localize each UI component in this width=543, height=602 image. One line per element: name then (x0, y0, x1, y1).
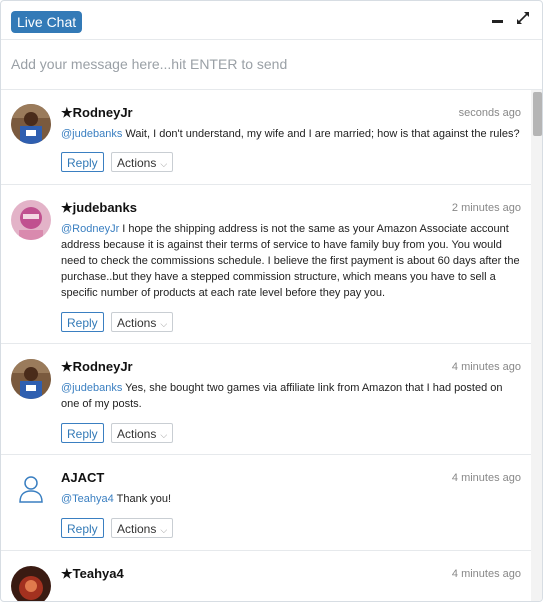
expand-icon (517, 12, 529, 24)
reply-button[interactable]: Reply (61, 423, 104, 443)
minimize-icon (492, 20, 503, 23)
message-composer (1, 40, 542, 90)
photo-avatar[interactable] (11, 104, 51, 144)
message-text: Wait, I don't understand, my wife and I … (122, 128, 520, 140)
chevron-down-icon: ⌵ (160, 318, 168, 329)
message-author[interactable]: ★judebanks (61, 200, 137, 216)
actions-dropdown[interactable]: Actions ⌵ (111, 423, 174, 443)
message-body: @RodneyJr I hope the shipping address is… (61, 221, 523, 301)
chat-message: ★RodneyJr seconds ago @judebanks Wait, I… (1, 90, 531, 185)
reply-button[interactable]: Reply (61, 312, 104, 332)
photo-avatar[interactable] (11, 359, 51, 399)
actions-label: Actions (117, 427, 157, 441)
actions-label: Actions (117, 316, 157, 330)
message-input[interactable] (11, 53, 511, 75)
expand-button[interactable] (515, 10, 533, 30)
scrollbar-thumb[interactable] (533, 92, 542, 136)
chat-message: ★judebanks 2 minutes ago @RodneyJr I hop… (1, 185, 531, 344)
mention-link[interactable]: @judebanks (61, 128, 122, 140)
message-author[interactable]: AJACT (61, 470, 104, 485)
message-time: 4 minutes ago (451, 361, 521, 373)
message-body: @judebanks Wait, I don't understand, my … (61, 126, 523, 142)
message-time: 4 minutes ago (451, 568, 521, 580)
message-author[interactable]: ★RodneyJr (61, 105, 133, 121)
message-time: 4 minutes ago (451, 472, 521, 484)
message-time: seconds ago (458, 107, 521, 119)
message-text: I hope the shipping address is not the s… (61, 223, 520, 299)
actions-label: Actions (117, 156, 157, 170)
message-author[interactable]: ★RodneyJr (61, 359, 133, 375)
mention-link[interactable]: @judebanks (61, 382, 122, 394)
chat-message: ★RodneyJr 4 minutes ago @judebanks Yes, … (1, 344, 531, 455)
chevron-down-icon: ⌵ (160, 524, 168, 535)
message-text: Yes, she bought two games via affiliate … (61, 382, 503, 410)
message-author[interactable]: ★Teahya4 (61, 566, 124, 582)
message-text: Thank you! (113, 493, 172, 505)
actions-dropdown[interactable]: Actions ⌵ (111, 312, 174, 332)
chat-message: AJACT 4 minutes ago @Teahya4 Thank you! … (1, 455, 531, 551)
actions-dropdown[interactable]: Actions ⌵ (111, 518, 174, 538)
chevron-down-icon: ⌵ (160, 158, 168, 169)
chevron-down-icon: ⌵ (160, 429, 168, 440)
minimize-button[interactable] (489, 11, 507, 31)
actions-label: Actions (117, 522, 157, 536)
live-chat-widget: Live Chat Add your message here...hit EN… (0, 0, 543, 602)
mention-link[interactable]: @Teahya4 (61, 493, 114, 505)
photo-avatar[interactable] (11, 200, 51, 240)
chat-header: Live Chat (1, 1, 542, 40)
chat-title: Live Chat (11, 11, 83, 33)
mention-link[interactable]: @RodneyJr (61, 223, 119, 235)
user-outline-icon[interactable] (11, 470, 51, 510)
message-feed: ★RodneyJr seconds ago @judebanks Wait, I… (1, 90, 531, 601)
message-time: 2 minutes ago (451, 202, 521, 214)
feed-scrollbar[interactable] (531, 90, 542, 601)
message-body: @judebanks Yes, she bought two games via… (61, 380, 523, 412)
chat-message: ★Teahya4 4 minutes ago (1, 551, 531, 601)
actions-dropdown[interactable]: Actions ⌵ (111, 152, 174, 172)
reply-button[interactable]: Reply (61, 152, 104, 172)
message-body: @Teahya4 Thank you! (61, 491, 523, 507)
photo-avatar[interactable] (11, 566, 51, 601)
reply-button[interactable]: Reply (61, 518, 104, 538)
